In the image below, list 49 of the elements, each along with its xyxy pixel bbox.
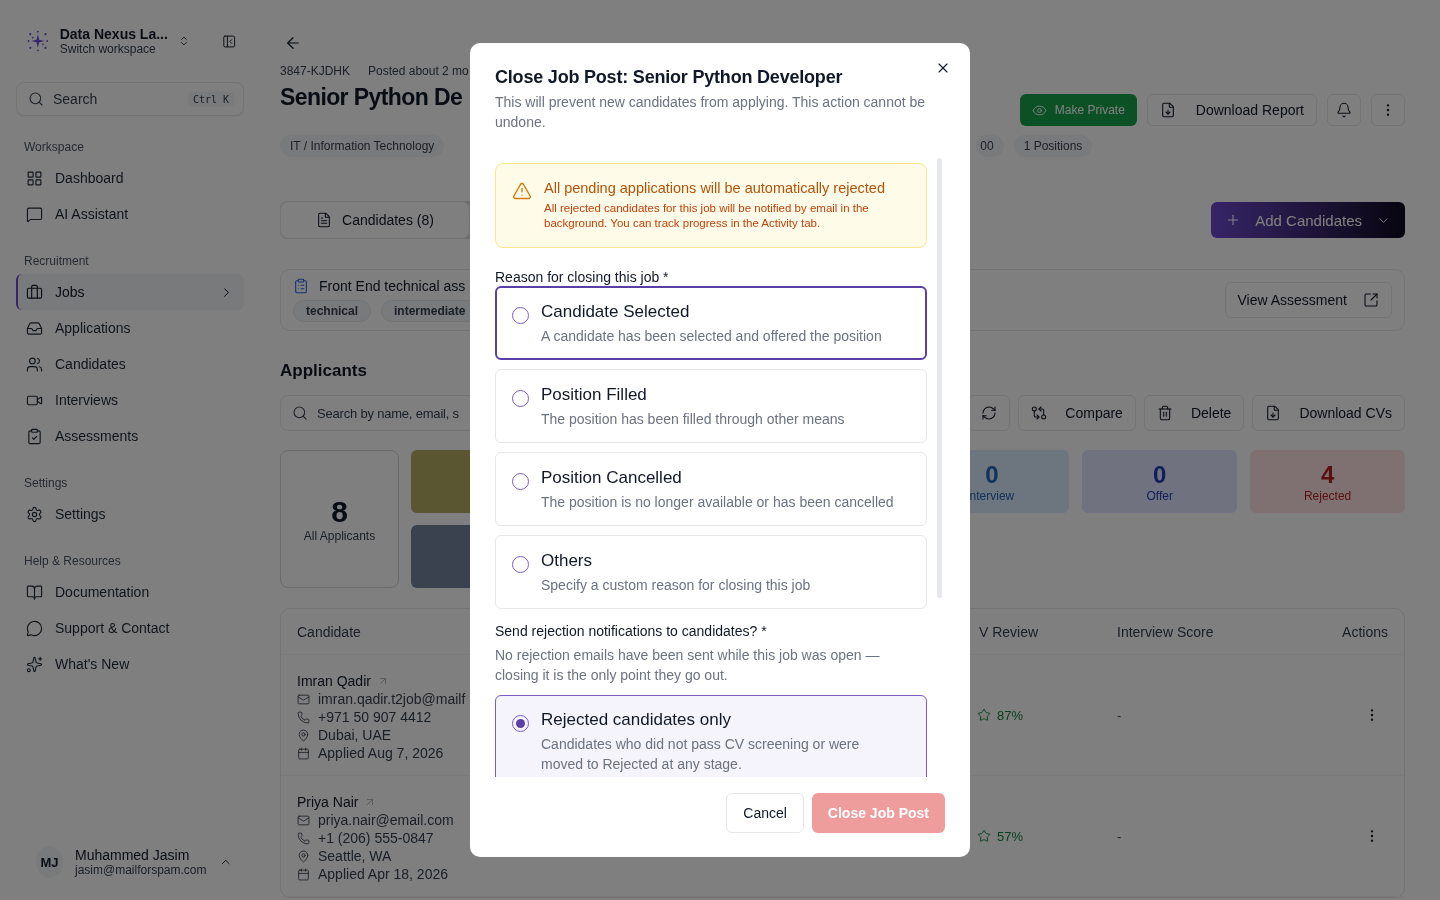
field-label: Reason for closing this job * xyxy=(495,269,670,285)
column-header: V Review xyxy=(978,624,1039,640)
cv-score: 87% xyxy=(997,707,1024,723)
stat-label: Rejected xyxy=(1303,488,1352,503)
warning-text: All rejected candidates for this job will be notified by email in the background. You can track progress in the Activity tab. xyxy=(544,201,870,231)
column-header: Actions xyxy=(1342,624,1388,640)
workspace-subtitle: Switch workspace xyxy=(59,42,157,56)
candidate-phone: +1 (206) 555-0847 xyxy=(318,830,434,846)
interview-score: - xyxy=(1116,707,1122,723)
applied-date: Applied Apr 18, 2026 xyxy=(318,866,448,882)
section-heading: Applicants xyxy=(280,361,367,381)
column-header: Candidate xyxy=(297,624,361,640)
stat-value: 0 xyxy=(985,460,999,489)
stat-label: All Applicants xyxy=(303,529,376,543)
column-header: Interview Score xyxy=(1116,624,1214,640)
user-name: Muhammed Jasim xyxy=(74,847,191,863)
stat-value: 4 xyxy=(1320,460,1335,489)
candidate-location: Seattle, WA xyxy=(318,848,392,864)
assessment-tag: technical xyxy=(293,300,372,322)
section-title: Settings xyxy=(23,476,69,490)
cv-score: 57% xyxy=(997,828,1024,844)
job-tag: 00 xyxy=(976,135,1004,157)
warning-title: All pending applications will be automatically rejected xyxy=(544,180,886,196)
job-code: 3847-KJDHK xyxy=(280,64,351,78)
stat-label: Offer xyxy=(1146,488,1173,503)
candidate-email: priya.nair@email.com xyxy=(318,812,454,828)
candidate-location: Dubai, UAE xyxy=(318,727,392,743)
stat-value: 0 xyxy=(1153,460,1167,489)
section-title: Help & Resources xyxy=(23,554,122,568)
candidate-email: imran.qadir.t2job@mailf xyxy=(318,691,466,707)
assessment-title: Front End technical ass xyxy=(319,278,466,294)
dialog-title: Close Job Post: Senior Python Developer xyxy=(495,67,844,88)
section-title: Workspace xyxy=(23,140,85,154)
dialog-description: This will prevent new candidates from applying. This action cannot be undone. xyxy=(495,93,927,132)
applied-date: Applied Aug 7, 2026 xyxy=(318,745,444,761)
posted-date: Posted about 2 mo xyxy=(368,64,469,78)
user-email: jasim@mailforspam.com xyxy=(74,863,207,877)
job-title: Senior Python De xyxy=(280,84,464,111)
field-note: No rejection emails have been sent while this job was open — closing it is the only point they go out. xyxy=(495,646,881,685)
candidate-phone: +971 50 907 4412 xyxy=(318,709,432,725)
interview-score: - xyxy=(1116,828,1122,844)
field-label: Send rejection notifications to candidates? * xyxy=(495,623,768,639)
stat-value: 8 xyxy=(331,495,348,529)
shortcut-hint: Ctrl K xyxy=(187,91,234,107)
job-tag: IT / Information Technology xyxy=(280,135,445,157)
workspace-name: Data Nexus La... xyxy=(59,26,168,42)
job-tag: 1 Positions xyxy=(1013,135,1093,157)
section-title: Recruitment xyxy=(23,254,90,268)
stat-label: nterview xyxy=(969,488,1015,503)
